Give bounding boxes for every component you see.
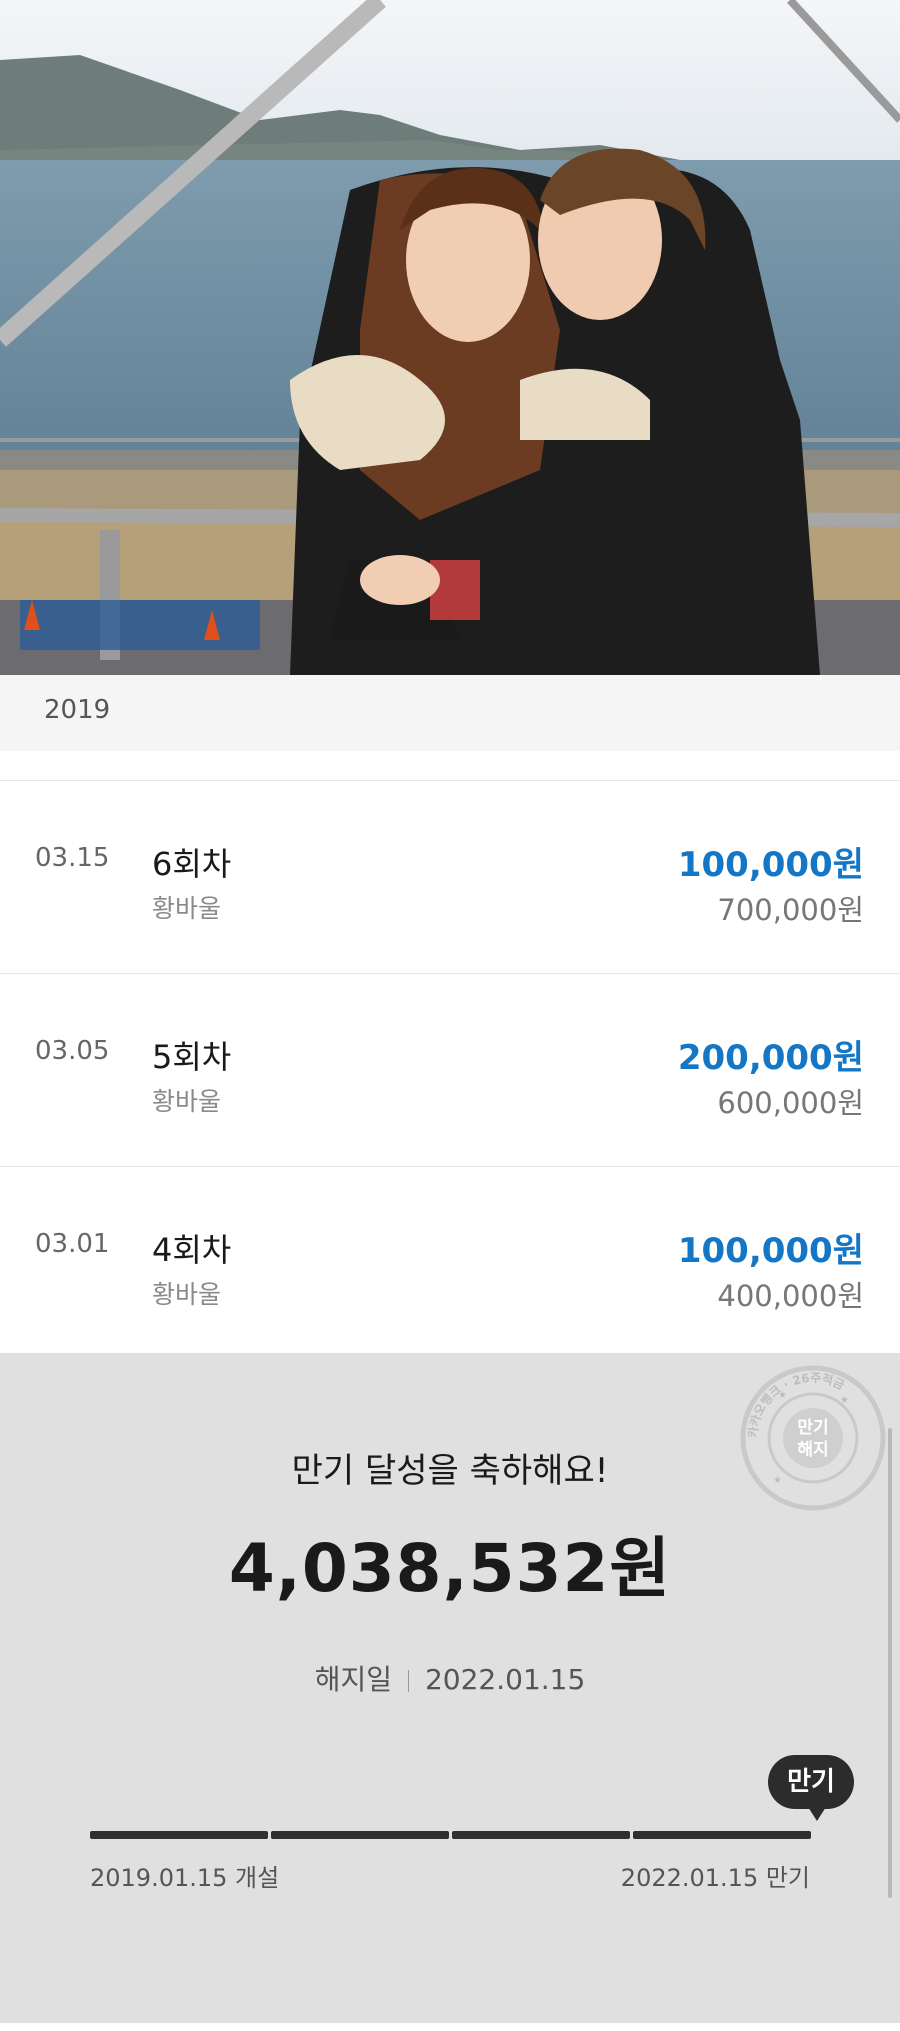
closing-date-label: 해지일 (314, 1663, 392, 1696)
transaction-balance: 400,000원 (717, 1279, 864, 1313)
transaction-amount: 100,000원 (677, 1231, 864, 1271)
transaction-amount: 200,000원 (677, 1038, 864, 1078)
closing-date-line: 해지일 2022.01.15 (0, 1658, 900, 1698)
transaction-date: 03.05 (35, 1036, 110, 1066)
progress-start-label: 2019.01.15 개설 (90, 1864, 280, 1892)
progress-segment (633, 1831, 811, 1839)
transaction-row[interactable]: 03.15 6회차 황바울 100,000원 700,000원 (0, 781, 900, 973)
progress-segment (452, 1831, 630, 1839)
transaction-row[interactable]: 03.01 4회차 황바울 100,000원 400,000원 (0, 1167, 900, 1359)
closing-date-divider (407, 1670, 409, 1692)
transaction-date: 03.01 (35, 1229, 110, 1259)
transaction-depositor: 황바울 (152, 1087, 222, 1116)
transaction-row[interactable]: 03.05 5회차 황바울 200,000원 600,000원 (0, 974, 900, 1166)
transaction-round: 5회차 (152, 1038, 232, 1076)
maturity-progress-bar (90, 1831, 811, 1839)
transaction-balance: 600,000원 (717, 1086, 864, 1120)
transaction-depositor: 황바울 (152, 1280, 222, 1309)
transaction-balance: 700,000원 (717, 893, 864, 927)
maturity-summary-panel: 카카오뱅크 · 26주적금 만기 해지 ★ ★ ★ 만기 달성을 축하해요! 4… (0, 1353, 900, 2023)
progress-segment (271, 1831, 449, 1839)
congrats-message: 만기 달성을 축하해요! (291, 1451, 609, 1491)
header-photo (0, 0, 900, 675)
svg-text:★: ★ (840, 1395, 849, 1406)
transaction-round: 6회차 (152, 845, 232, 883)
transaction-amount: 100,000원 (677, 845, 864, 885)
maturity-amount: 4,038,532원 (228, 1530, 672, 1607)
year-label: 2019 (44, 695, 111, 725)
maturity-badge: 만기 (768, 1755, 854, 1821)
svg-text:★: ★ (778, 1390, 787, 1401)
stamp-label-top: 만기 (797, 1418, 828, 1438)
closing-date-value: 2022.01.15 (424, 1663, 586, 1696)
progress-segment (90, 1831, 268, 1839)
transaction-depositor: 황바울 (152, 894, 222, 923)
progress-end-label: 2022.01.15 만기 (620, 1864, 810, 1892)
transaction-round: 4회차 (152, 1231, 232, 1269)
transaction-date: 03.15 (35, 843, 110, 873)
year-section-header: 2019 (0, 675, 900, 751)
